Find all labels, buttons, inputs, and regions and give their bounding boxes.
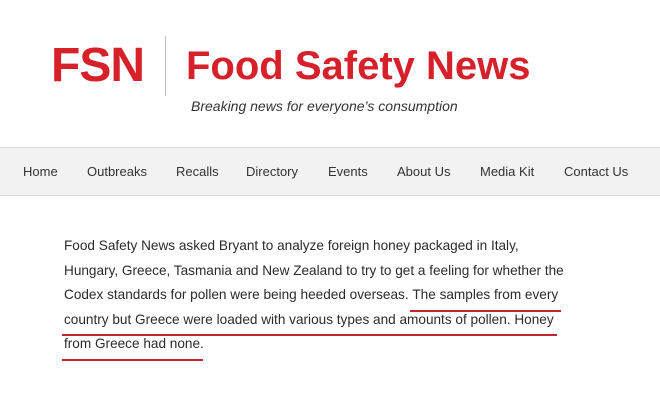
nav-item-home[interactable]: Home <box>23 148 58 195</box>
nav-item-about-us[interactable]: About Us <box>397 148 450 195</box>
article-line: Codex standards for pollen were being he… <box>64 283 624 311</box>
logo-divider <box>165 36 166 96</box>
site-title[interactable]: Food Safety News <box>186 40 531 92</box>
article-text: . <box>200 336 204 351</box>
highlighted-text: from Greece had none <box>61 332 204 360</box>
main-navigation: Home Outbreaks Recalls Directory Events … <box>0 147 660 196</box>
nav-item-outbreaks[interactable]: Outbreaks <box>87 148 147 195</box>
article-body: Food Safety News asked Bryant to analyze… <box>61 234 624 360</box>
nav-item-recalls[interactable]: Recalls <box>176 148 219 195</box>
fsn-logo[interactable]: FSN <box>51 38 145 94</box>
article-line: Food Safety News asked Bryant to analyze… <box>64 238 519 253</box>
nav-item-events[interactable]: Events <box>328 148 368 195</box>
article-text: Codex standards for pollen were being he… <box>64 287 413 302</box>
nav-item-directory[interactable]: Directory <box>246 148 298 195</box>
site-tagline: Breaking news for everyone’s consumption <box>191 98 458 114</box>
nav-item-media-kit[interactable]: Media Kit <box>480 148 534 195</box>
article-line: from Greece had none. <box>61 332 624 360</box>
article-line: country but Greece were loaded with vari… <box>62 308 624 336</box>
site-header: FSN Food Safety News Breaking news for e… <box>0 0 660 147</box>
highlighted-text: country but Greece were loaded with vari… <box>62 308 557 336</box>
nav-item-contact-us[interactable]: Contact Us <box>564 148 628 195</box>
article-line: Hungary, Greece, Tasmania and New Zealan… <box>64 262 564 278</box>
highlighted-text: The samples from every <box>410 283 561 311</box>
